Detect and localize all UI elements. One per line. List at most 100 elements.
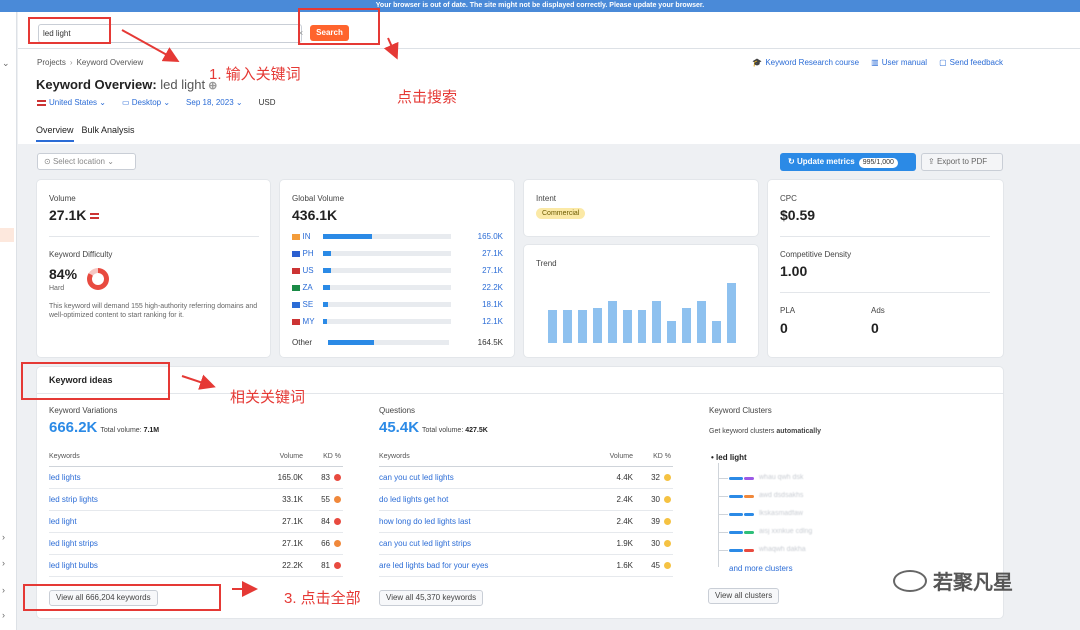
keyword-link[interactable]: led light bulbs: [49, 561, 253, 570]
keyword-link[interactable]: can you cut led light strips: [379, 539, 583, 548]
clusters-label: Keyword Clusters: [709, 406, 772, 415]
country-code[interactable]: IN: [303, 232, 324, 241]
volume-bar: [327, 340, 450, 345]
trend-bar: [622, 309, 632, 343]
keyword-link[interactable]: led light strips: [49, 539, 253, 548]
cpc-value: $0.59: [780, 207, 816, 223]
country-row: US 27.1K: [292, 266, 503, 275]
trend-chart: [546, 279, 740, 343]
view-all-questions-button[interactable]: View all 45,370 keywords: [379, 590, 484, 606]
kd-dot-icon: [664, 496, 671, 504]
tabs: Overview Bulk Analysis: [36, 125, 135, 142]
header-links: 🎓 Keyword Research course ▥ User manual ▢ S…: [752, 58, 1003, 67]
keyword-link[interactable]: can you cut led lights: [379, 473, 583, 482]
cluster-bar: [744, 513, 754, 516]
view-all-clusters-button[interactable]: View all clusters: [708, 588, 780, 604]
ads-label: Ads: [871, 306, 885, 315]
global-volume-card: Global Volume 436.1K Other 164.5K IN 165.…: [280, 180, 514, 357]
cluster-item: lkskasmadfaw: [759, 510, 803, 517]
volume-bar: [323, 302, 452, 307]
trend-bar: [667, 320, 677, 343]
annotation-box-button: [298, 8, 380, 45]
page-title-keyword: led light: [160, 77, 206, 92]
chevron-right-icon[interactable]: ›: [2, 558, 5, 568]
table-row: led light bulbs 22.2K 81: [49, 555, 343, 577]
chevron-down-icon[interactable]: ⌄: [2, 58, 10, 69]
trend-bar: [682, 307, 692, 343]
annotation-step1: 1. 输入关键词: [209, 66, 301, 83]
cluster-connector: [718, 496, 728, 497]
cluster-bar: [729, 513, 743, 516]
country-code[interactable]: SE: [303, 300, 324, 309]
more-clusters-link[interactable]: and more clusters: [729, 564, 793, 573]
table-row: are led lights bad for your eyes 1.6K 45: [379, 555, 673, 577]
select-location-dropdown[interactable]: ⊙ Select location ⌄: [37, 153, 136, 170]
cluster-bar: [729, 495, 743, 498]
volume-bar: [323, 234, 452, 239]
us-flag-icon: [90, 213, 100, 220]
intent-card: Intent Commercial: [524, 180, 758, 236]
kd-dot-icon: [664, 518, 671, 526]
keyword-kd: 30: [633, 495, 673, 504]
country-volume: 164.5K: [477, 338, 503, 347]
keyword-link[interactable]: do led lights get hot: [379, 495, 583, 504]
trend-label: Trend: [536, 259, 557, 268]
country-flag-icon: [292, 250, 300, 257]
questions-count[interactable]: 45.4K Total volume: 427.5K: [379, 419, 488, 436]
volume-bar: [323, 251, 452, 256]
date-select[interactable]: Sep 18, 2023 ⌄: [186, 98, 243, 107]
chevron-right-icon[interactable]: ›: [2, 585, 5, 595]
breadcrumb-current: Keyword Overview: [76, 58, 144, 67]
country-code[interactable]: MY: [303, 317, 324, 326]
tab-overview[interactable]: Overview: [36, 125, 74, 142]
device-select[interactable]: ▭ Desktop ⌄: [122, 98, 170, 107]
course-link[interactable]: 🎓 Keyword Research course: [752, 58, 859, 67]
clusters-description: Get keyword clusters automatically: [709, 428, 822, 435]
wechat-logo-icon: [893, 569, 927, 592]
chevron-right-icon[interactable]: ›: [2, 610, 5, 620]
export-pdf-button[interactable]: ⇪ Export to PDF: [921, 153, 1003, 171]
cluster-bar: [744, 549, 754, 552]
variations-label: Keyword Variations: [49, 406, 118, 415]
trend-bar: [652, 301, 662, 343]
keyword-volume: 165.0K: [277, 473, 303, 482]
country-row: IN 165.0K: [292, 232, 503, 241]
country-code[interactable]: US: [303, 266, 324, 275]
keyword-link[interactable]: are led lights bad for your eyes: [379, 561, 583, 570]
variations-count[interactable]: 666.2K Total volume: 7.1M: [49, 419, 159, 436]
global-volume-label: Global Volume: [292, 194, 345, 203]
table-row: can you cut led light strips 1.9K 30: [379, 533, 673, 555]
intent-label: Intent: [536, 194, 557, 203]
keyword-volume: 27.1K: [282, 539, 303, 548]
annotation-step3: 3. 点击全部: [284, 590, 361, 607]
watermark-text: 若聚凡星: [933, 572, 1013, 594]
currency-label: USD: [258, 98, 276, 107]
keyword-volume: 4.4K: [616, 473, 633, 482]
kd-dot-icon: [334, 518, 341, 526]
cluster-item: whaqwh dakha: [759, 546, 806, 553]
tab-bulk-analysis[interactable]: Bulk Analysis: [82, 125, 135, 142]
breadcrumb-projects[interactable]: Projects: [37, 58, 66, 67]
manual-link[interactable]: ▥ User manual: [871, 58, 927, 67]
divider: [780, 292, 990, 293]
pla-value: 0: [780, 320, 788, 336]
country-code[interactable]: PH: [303, 249, 324, 258]
volume-kd-card: Volume 27.1K Keyword Difficulty 84% Hard…: [37, 180, 270, 357]
update-metrics-button[interactable]: ↻ Update metrics 995/1,000: [780, 153, 916, 171]
keyword-link[interactable]: how long do led lights last: [379, 517, 583, 526]
keyword-kd: 84: [303, 517, 343, 526]
chevron-right-icon[interactable]: ›: [2, 532, 5, 542]
country-select[interactable]: United States ⌄: [37, 98, 106, 107]
keyword-link[interactable]: led lights: [49, 473, 253, 482]
country-volume: 22.2K: [482, 283, 503, 292]
keyword-kd: 45: [633, 561, 673, 570]
volume-bar: [323, 268, 452, 273]
keyword-link[interactable]: led light: [49, 517, 253, 526]
country-code[interactable]: ZA: [303, 283, 324, 292]
cpc-label: CPC: [780, 194, 797, 203]
feedback-link[interactable]: ▢ Send feedback: [939, 58, 1003, 67]
trend-bar: [577, 309, 587, 343]
keyword-link[interactable]: led strip lights: [49, 495, 253, 504]
country-volume: 165.0K: [477, 232, 503, 241]
keyword-kd: 55: [303, 495, 343, 504]
